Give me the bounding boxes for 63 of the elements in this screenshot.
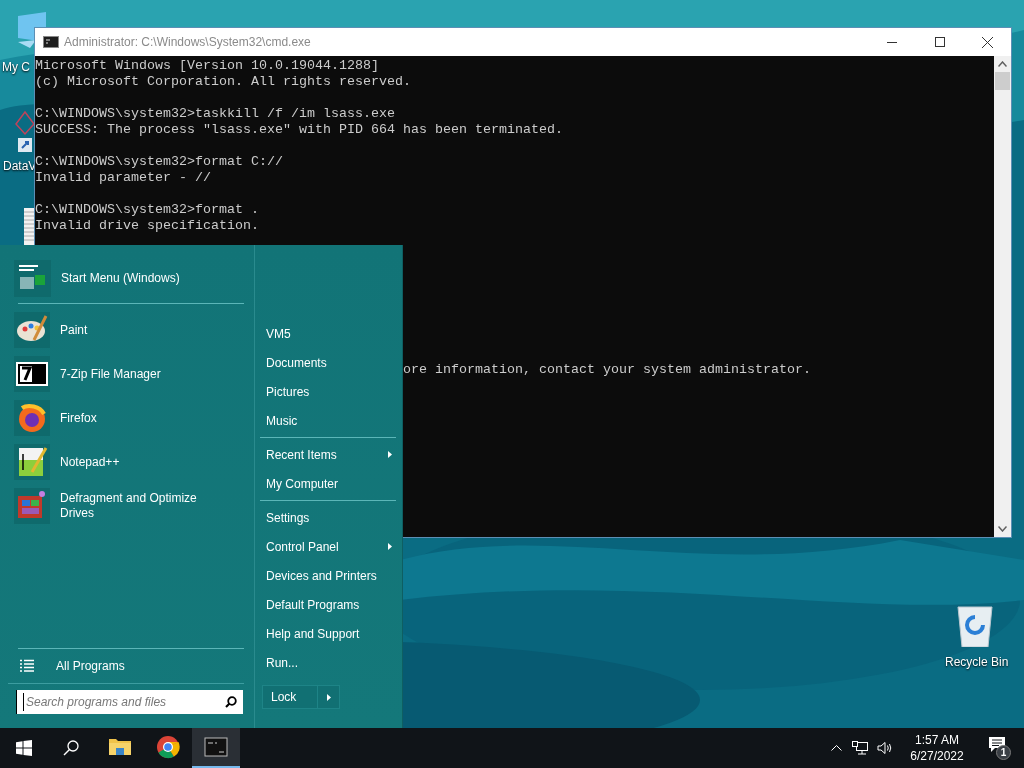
menu-item[interactable]: Devices and Printers [260,561,396,590]
console-line: C:\WINDOWS\system32>format . [35,202,260,218]
console-line: (c) Microsoft Corporation. All rights reserved. [35,74,412,90]
console-line: C:\WINDOWS\system32>taskkill /f /im lsass.exe [35,106,396,122]
menu-item[interactable]: Notepad++ [60,454,220,470]
console-line: Invalid drive specification. [35,218,260,234]
notification-button[interactable]: 1 [986,735,1012,761]
windows-logo-icon[interactable] [16,740,32,756]
taskbar-button[interactable] [192,728,240,768]
console-icon [43,36,59,48]
search-icon[interactable] [63,740,79,756]
menu-item[interactable]: Defragment and Optimize Drives [60,491,220,521]
menu-item[interactable]: Settings [260,503,396,532]
chevron-up-icon[interactable] [831,745,842,751]
icon-label: Recycle Bin [945,654,1009,671]
notification-badge: 1 [996,745,1011,760]
menu-item[interactable]: 7-Zip File Manager [60,366,220,382]
search-field[interactable]: Search programs and files [16,690,243,714]
lock-button[interactable]: Lock [262,685,318,709]
chrome-icon [156,735,180,759]
icon-label: My C [2,59,30,76]
close-icon[interactable] [982,36,993,48]
volume-icon[interactable] [877,741,893,755]
archive-icon[interactable] [14,356,50,392]
submenu-arrow-icon [388,543,392,550]
maximize-icon[interactable] [935,37,945,47]
submenu-arrow-icon [326,693,331,701]
menu-item[interactable]: Paint [60,322,220,338]
menu-item[interactable]: Control Panel [260,532,396,561]
console-line: ore information, contact your system administrator. [403,362,811,377]
scroll-thumb[interactable] [995,72,1010,90]
console-line: Invalid parameter - // [35,170,212,186]
menu-item[interactable]: Firefox [60,410,220,426]
clock[interactable]: 1:57 AM 6/27/2022 [904,732,970,764]
power-options-button[interactable] [318,685,340,709]
menu-item[interactable]: My Computer [260,469,396,498]
menu-item[interactable]: Help and Support [260,619,396,648]
browser-icon[interactable] [14,400,50,436]
menu-item[interactable]: Recent Items [260,440,396,469]
palette-icon[interactable] [14,312,50,348]
console-line: SUCCESS: The process "lsass.exe" with PID 664 has been terminated. [35,122,564,138]
console-icon [204,735,228,759]
search-icon[interactable] [225,696,237,708]
recycle-bin-icon[interactable] [955,603,995,647]
network-drawing[interactable] [14,110,36,154]
menu-item[interactable]: Documents [260,348,396,377]
scroll-down-icon[interactable] [998,526,1007,532]
window-title: Administrator: C:\Windows\System32\cmd.exe [64,34,312,51]
submenu-arrow-icon [388,451,392,458]
menu-item[interactable]: Music [260,406,396,435]
menu-item[interactable]: VM5 [260,319,396,348]
console-line: C:\WINDOWS\system32>format C:// [35,154,284,170]
list-icon[interactable] [20,659,34,673]
scroll-up-icon[interactable] [998,61,1007,67]
network-icon[interactable] [852,741,868,755]
menu-item[interactable]: Pictures [260,377,396,406]
all-programs-link[interactable]: All Programs [56,657,125,675]
menu-item[interactable]: Default Programs [260,590,396,619]
menu-item[interactable]: Run... [260,648,396,677]
console-line: Microsoft Windows [Version 10.0.19044.1288] [35,58,380,74]
start-menu-icon[interactable] [14,259,51,297]
notepad-icon[interactable] [14,444,50,480]
menu-item[interactable]: Start Menu (Windows) [61,269,180,287]
